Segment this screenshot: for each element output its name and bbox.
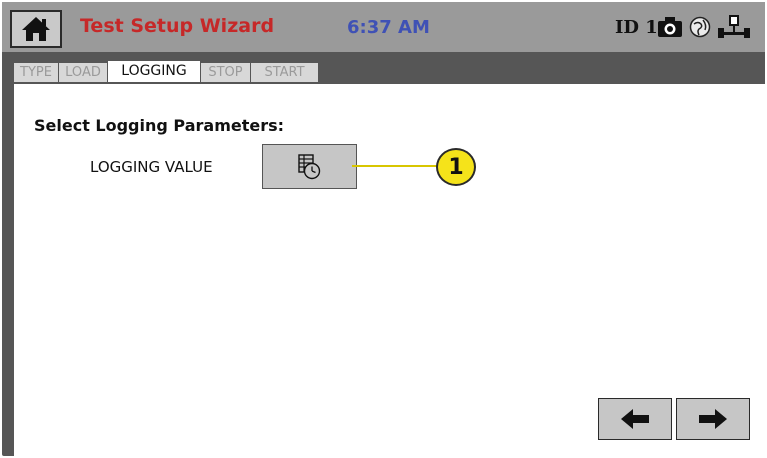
- arrow-left-icon: [621, 409, 649, 429]
- home-button[interactable]: [10, 10, 62, 48]
- tab-start[interactable]: START: [251, 63, 319, 82]
- content-panel: Select Logging Parameters: LOGGING VALUE…: [14, 84, 765, 456]
- network-icon[interactable]: [689, 16, 711, 38]
- tab-type[interactable]: TYPE: [14, 63, 59, 82]
- section-title: Select Logging Parameters:: [34, 116, 285, 135]
- callout-leader-line: [352, 165, 440, 167]
- home-icon: [22, 17, 50, 41]
- usb-icon: [718, 15, 750, 38]
- tab-stop[interactable]: STOP: [201, 63, 251, 82]
- logging-value-button[interactable]: [262, 144, 357, 189]
- wizard-tabs: TYPE LOAD LOGGING STOP START: [2, 52, 765, 82]
- logging-value-label: LOGGING VALUE: [90, 158, 213, 176]
- machine-id: ID 1: [615, 17, 658, 38]
- tab-logging[interactable]: LOGGING: [108, 61, 201, 82]
- page-title: Test Setup Wizard: [80, 15, 275, 37]
- clock-time: 6:37 AM: [347, 17, 430, 38]
- clock-table-icon: [297, 153, 320, 179]
- callout-badge: 1: [436, 148, 476, 186]
- back-button[interactable]: [598, 398, 672, 440]
- tab-load[interactable]: LOAD: [59, 63, 108, 82]
- camera-icon[interactable]: [657, 16, 683, 38]
- next-button[interactable]: [676, 398, 750, 440]
- arrow-right-icon: [699, 409, 727, 429]
- header-bar: Test Setup Wizard 6:37 AM ID 1: [2, 2, 765, 52]
- app-frame: Test Setup Wizard 6:37 AM ID 1 TYPE LOAD…: [2, 2, 765, 456]
